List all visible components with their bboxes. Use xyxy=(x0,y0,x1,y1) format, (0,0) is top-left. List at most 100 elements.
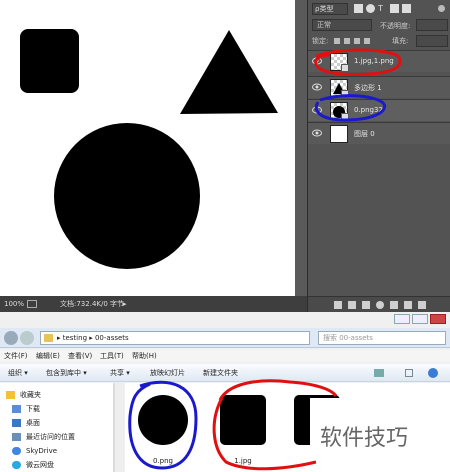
layer-filter-row: ρ类型 T xyxy=(308,2,450,16)
nav-weiyun[interactable]: 微云网盘 xyxy=(10,459,54,471)
rounded-square-shape[interactable] xyxy=(20,29,79,93)
file-thumbnail xyxy=(217,391,269,449)
nav-favorites[interactable]: 收藏夹 xyxy=(4,389,41,401)
fill-label: 填充: xyxy=(392,37,409,45)
layer-name[interactable]: 多边形 1 xyxy=(354,83,382,93)
adjustment-filter-icon[interactable] xyxy=(366,4,375,13)
circle-shape[interactable] xyxy=(54,123,200,269)
minimize-button[interactable] xyxy=(394,314,410,324)
address-bar: ▸ testing ▸ 00-assets 搜索 00-assets xyxy=(0,328,450,348)
help-icon[interactable] xyxy=(428,368,438,378)
smart-object-icon xyxy=(341,64,349,72)
photoshop-window: 100% 文档:732.4K/0 字节 ▸ ρ类型 T 正常 不透明度: 锁定:… xyxy=(0,0,450,312)
add-mask-icon[interactable] xyxy=(362,301,370,309)
recent-places-icon xyxy=(12,433,21,441)
watermark: 软件技巧 xyxy=(310,398,450,472)
breadcrumb-path[interactable]: ▸ testing ▸ 00-assets xyxy=(57,334,129,342)
smart-filter-icon[interactable] xyxy=(402,4,411,13)
lock-label: 锁定: xyxy=(312,37,329,45)
layer-row[interactable]: 图层 0 xyxy=(308,122,450,144)
fx-icon[interactable] xyxy=(348,301,356,309)
menu-edit[interactable]: 编辑(E) xyxy=(36,350,60,362)
layer-thumbnail xyxy=(330,125,348,143)
eye-icon[interactable] xyxy=(312,106,322,114)
new-folder-button[interactable]: 新建文件夹 xyxy=(203,364,238,382)
canvas-shapes xyxy=(20,29,278,269)
desktop-icon xyxy=(12,419,21,427)
layer-name[interactable]: 0.png32 xyxy=(354,106,383,114)
status-bar: 100% 文档:732.4K/0 字节 ▸ xyxy=(0,296,307,312)
fill-input[interactable] xyxy=(416,35,448,47)
download-folder-icon xyxy=(12,405,21,413)
watermark-text: 软件技巧 xyxy=(320,426,409,451)
lock-image-icon[interactable] xyxy=(344,38,350,44)
share-button[interactable]: 共享 ▾ xyxy=(110,364,130,382)
command-bar: 组织 ▾ 包含到库中 ▾ 共享 ▾ 放映幻灯片 新建文件夹 xyxy=(0,364,450,382)
file-name[interactable]: 1.jpg xyxy=(211,457,275,465)
file-name[interactable]: 0.png xyxy=(131,457,195,465)
back-button[interactable] xyxy=(4,331,18,345)
nav-downloads[interactable]: 下载 xyxy=(10,403,40,415)
status-menu-arrow-icon[interactable]: ▸ xyxy=(123,296,127,312)
blend-mode-select[interactable]: 正常 xyxy=(312,19,372,31)
layer-name[interactable]: 1.jpg,1.png xyxy=(354,57,394,65)
opacity-label: 不透明度: xyxy=(380,22,411,30)
type-filter-icon[interactable]: T xyxy=(378,4,387,13)
slideshow-button[interactable]: 放映幻灯片 xyxy=(150,364,185,382)
nav-recent-places[interactable]: 最近访问的位置 xyxy=(10,431,75,443)
preview-pane-icon[interactable] xyxy=(405,369,413,377)
lock-transparent-icon[interactable] xyxy=(334,38,340,44)
nav-skydrive[interactable]: SkyDrive xyxy=(10,445,57,457)
layer-name[interactable]: 图层 0 xyxy=(354,129,375,139)
layer-row[interactable]: 1.jpg,1.png xyxy=(308,50,450,72)
menu-help[interactable]: 帮助(H) xyxy=(132,350,157,362)
shape-layer-icon xyxy=(341,90,349,98)
nav-desktop[interactable]: 桌面 xyxy=(10,417,40,429)
lock-position-icon[interactable] xyxy=(354,38,360,44)
layers-panel-footer xyxy=(308,296,450,312)
menu-view[interactable]: 查看(V) xyxy=(68,350,92,362)
file-item[interactable]: 0.png xyxy=(131,389,195,467)
new-group-icon[interactable] xyxy=(390,301,398,309)
layers-panel: ρ类型 T 正常 不透明度: 锁定: 填充: 1.jpg,1.png 多边形 1… xyxy=(307,0,450,312)
forward-button[interactable] xyxy=(20,331,34,345)
pixel-filter-icon[interactable] xyxy=(354,4,363,13)
adjustment-layer-icon[interactable] xyxy=(376,301,384,309)
star-icon xyxy=(6,391,15,399)
menu-file[interactable]: 文件(F) xyxy=(4,350,28,362)
organize-button[interactable]: 组织 ▾ xyxy=(8,364,28,382)
breadcrumb[interactable]: ▸ testing ▸ 00-assets xyxy=(40,331,310,345)
link-layers-icon[interactable] xyxy=(334,301,342,309)
filter-toggle-icon[interactable] xyxy=(438,5,445,12)
file-item[interactable]: 1.jpg xyxy=(211,389,275,467)
folder-icon xyxy=(44,334,53,342)
triangle-shape[interactable] xyxy=(180,30,278,114)
file-thumbnail xyxy=(137,391,189,449)
search-input[interactable]: 搜索 00-assets xyxy=(318,331,446,345)
zoom-level[interactable]: 100% xyxy=(4,296,24,312)
circle-thumb xyxy=(138,395,188,445)
layer-row[interactable]: 0.png32 xyxy=(308,99,450,121)
close-button[interactable] xyxy=(430,314,446,324)
shape-filter-icon[interactable] xyxy=(390,4,399,13)
new-layer-icon[interactable] xyxy=(404,301,412,309)
document-canvas[interactable] xyxy=(0,0,295,296)
menu-bar: 文件(F) 编辑(E) 查看(V) 工具(T) 帮助(H) xyxy=(0,350,450,362)
nav-scrollbar[interactable] xyxy=(114,383,124,472)
document-size[interactable]: 文档:732.4K/0 字节 xyxy=(60,296,124,312)
canvas-scroll-gutter xyxy=(295,0,307,296)
layer-row[interactable]: 多边形 1 xyxy=(308,76,450,98)
eye-icon[interactable] xyxy=(312,129,322,137)
eye-icon[interactable] xyxy=(312,83,322,91)
include-in-library-button[interactable]: 包含到库中 ▾ xyxy=(46,364,87,382)
blend-row: 正常 不透明度: xyxy=(308,18,450,32)
maximize-button[interactable] xyxy=(412,314,428,324)
lock-all-icon[interactable] xyxy=(364,38,370,44)
layer-kind-filter[interactable]: ρ类型 xyxy=(312,3,348,15)
opacity-input[interactable] xyxy=(416,19,448,31)
trash-icon[interactable] xyxy=(418,301,426,309)
zoom-icon xyxy=(27,300,37,308)
menu-tools[interactable]: 工具(T) xyxy=(100,350,124,362)
eye-icon[interactable] xyxy=(312,57,322,65)
view-options-icon[interactable] xyxy=(374,369,384,377)
